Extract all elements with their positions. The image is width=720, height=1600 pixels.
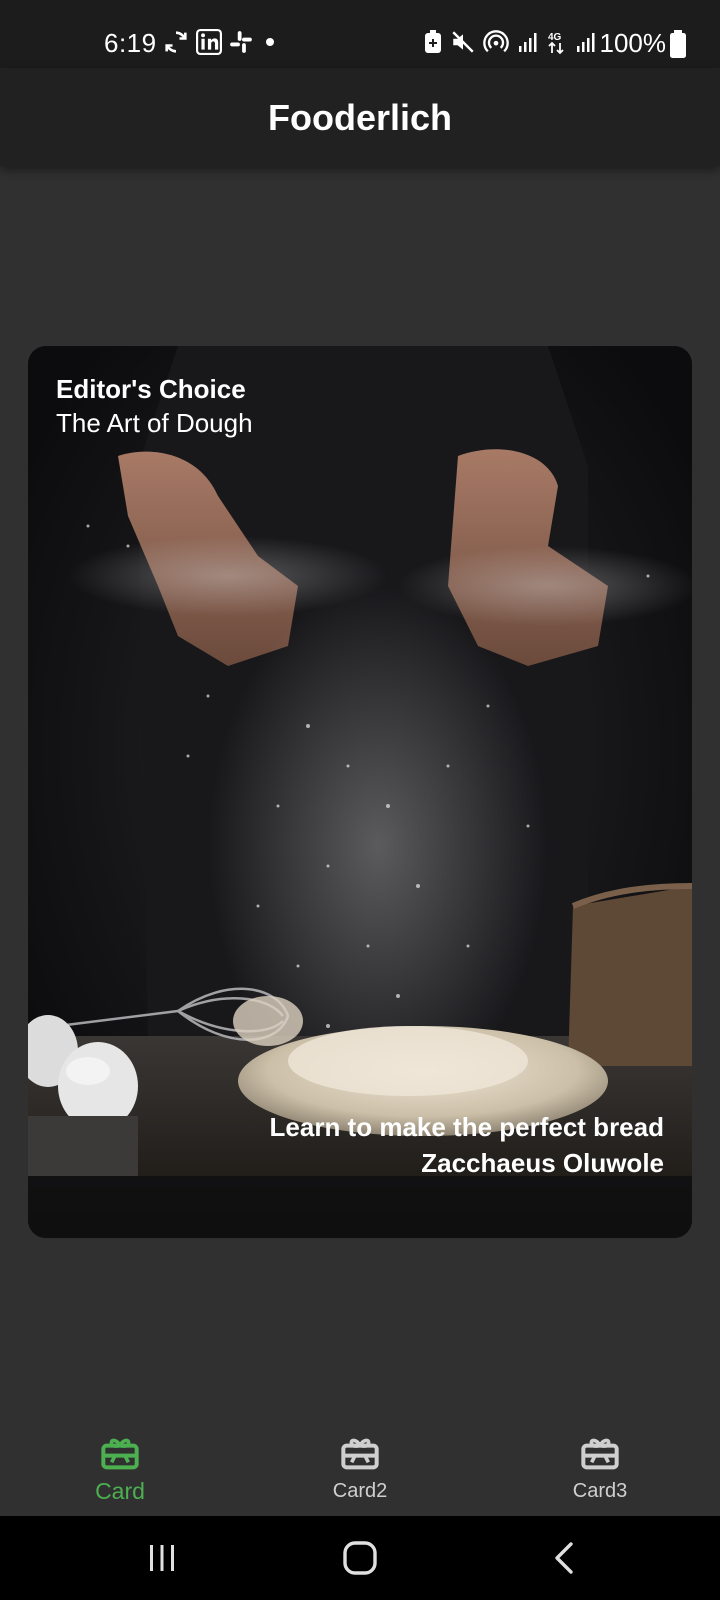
hotspot-icon [483,30,509,53]
home-button[interactable] [330,1536,390,1580]
linkedin-icon [196,29,222,55]
signal-icon [577,33,595,52]
card-giftcard-icon [101,1438,139,1470]
nav-label: Card3 [572,1480,628,1502]
system-navigation-bar [0,1516,720,1600]
sync-icon [165,31,187,53]
app-bar: Fooderlich [0,68,720,166]
home-icon [343,1541,377,1575]
card-kicker: Editor's Choice [56,374,246,404]
notification-dot-icon [266,38,274,46]
card-giftcard-icon [581,1438,619,1470]
signal-icon [519,33,537,52]
status-time: 6:19 [104,28,157,58]
card-description: Learn to make the perfect bread [269,1112,664,1142]
slack-icon [230,31,252,53]
card-author: Zacchaeus Oluwole [421,1148,664,1178]
battery-icon [670,30,686,58]
bottom-navigation-bar: Card Card2 Card3 [0,1412,720,1516]
back-icon [555,1542,573,1574]
recents-button[interactable] [132,1536,192,1580]
app-title: Fooderlich [267,97,452,138]
status-left-icons [162,28,280,56]
nav-item-card3[interactable]: Card3 [480,1412,720,1516]
recents-icon [150,1545,174,1571]
card-giftcard-icon [341,1438,379,1470]
flour-dusting-hands-photo [28,346,692,1238]
status-bar: 6:19 4G 100% [0,0,720,68]
svg-text:4G: 4G [548,32,562,43]
editors-choice-card[interactable]: Editor's Choice The Art of Dough Learn t… [28,346,692,1238]
status-right-icons: 4G [422,28,598,56]
nav-item-card[interactable]: Card [0,1412,240,1516]
mute-icon [452,31,474,53]
nav-label: Card [95,1478,145,1504]
nav-label: Card2 [332,1480,388,1502]
nav-item-card2[interactable]: Card2 [240,1412,480,1516]
battery-percentage: 100% [599,28,667,58]
battery-saver-icon [425,30,441,53]
4g-icon: 4G [548,32,564,55]
back-button[interactable] [534,1536,594,1580]
card-title: The Art of Dough [56,408,253,438]
